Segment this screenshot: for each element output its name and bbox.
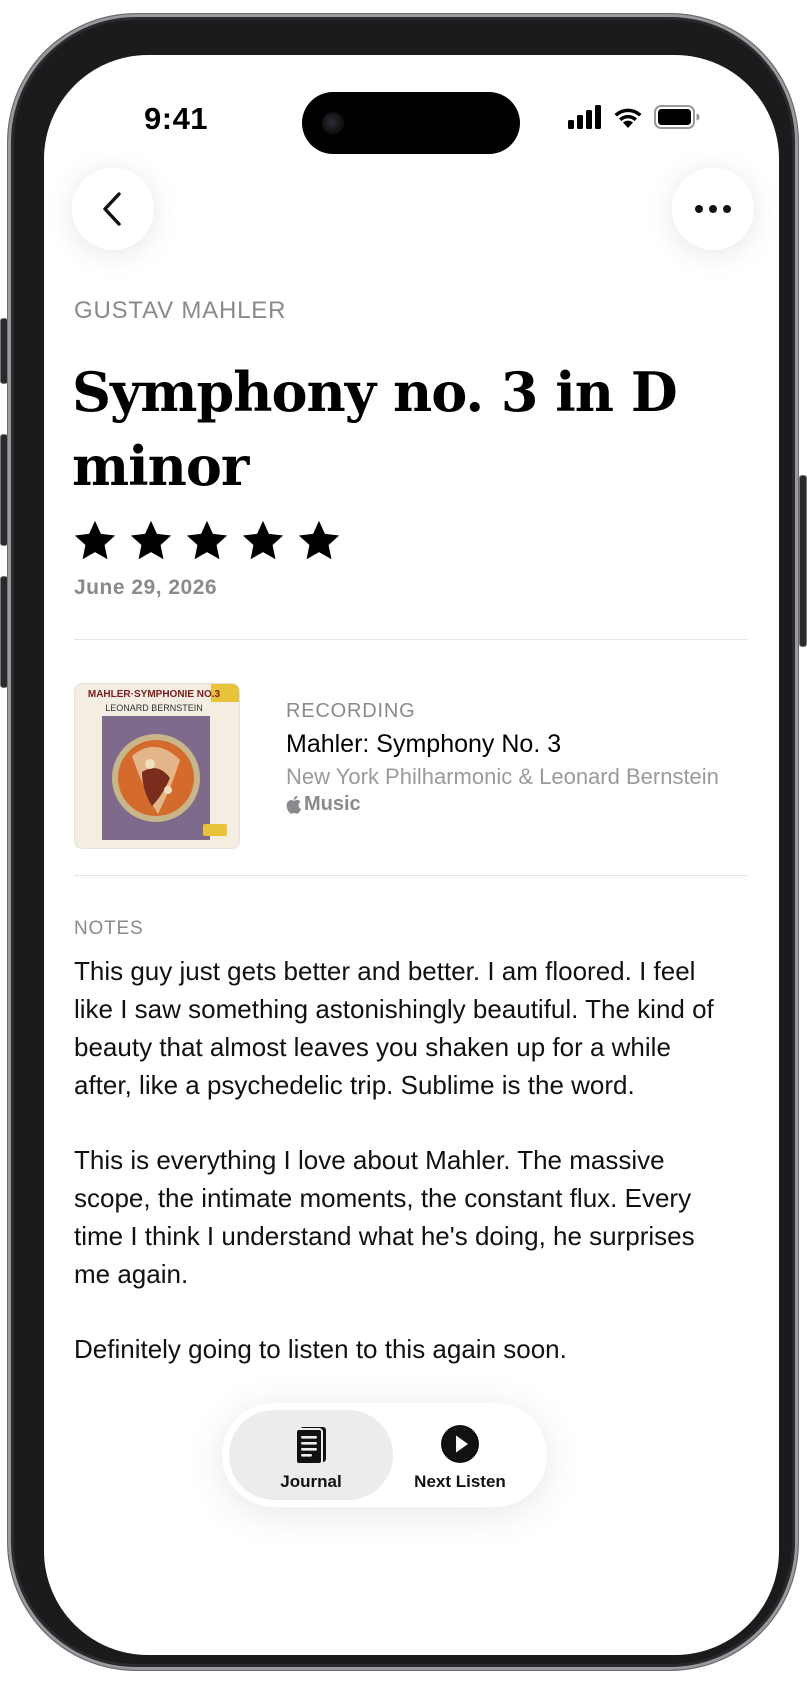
recording-title[interactable]: Mahler: Symphony No. 3 bbox=[286, 730, 561, 759]
notes-paragraph: Definitely going to listen to this again… bbox=[74, 1334, 567, 1364]
power-button bbox=[799, 475, 807, 647]
tab-journal[interactable]: Journal bbox=[229, 1410, 393, 1500]
phone-frame: 9:41 GUSTAV MAHLER Symphony no. 3 in D m… bbox=[8, 14, 798, 1670]
star-icon bbox=[130, 520, 172, 560]
ellipsis-icon bbox=[695, 205, 731, 213]
tab-bar: Journal Next Listen bbox=[222, 1403, 547, 1507]
status-icons bbox=[568, 102, 700, 132]
tab-journal-label: Journal bbox=[280, 1472, 342, 1491]
tab-next-listen-label: Next Listen bbox=[414, 1472, 506, 1491]
album-cover[interactable]: MAHLER·SYMPHONIE NO.3 LEONARD BERNSTEIN bbox=[74, 683, 240, 849]
volume-up-button bbox=[0, 434, 8, 546]
journal-icon bbox=[295, 1427, 326, 1465]
screen: 9:41 GUSTAV MAHLER Symphony no. 3 in D m… bbox=[44, 55, 779, 1655]
star-icon bbox=[242, 520, 284, 560]
divider bbox=[74, 639, 747, 640]
wifi-icon bbox=[614, 108, 642, 128]
label-logo bbox=[203, 824, 227, 836]
action-button bbox=[0, 318, 8, 384]
album-artwork bbox=[102, 716, 210, 840]
apple-music-link[interactable]: Music bbox=[286, 793, 361, 816]
album-cover-line2: LEONARD BERNSTEIN bbox=[105, 703, 203, 713]
album-cover-line1: MAHLER·SYMPHONIE NO.3 bbox=[87, 689, 221, 700]
service-name: Music bbox=[304, 793, 361, 815]
more-options-button[interactable] bbox=[672, 168, 754, 250]
chevron-left-icon bbox=[103, 192, 121, 226]
dynamic-island bbox=[302, 92, 520, 154]
status-time: 9:41 bbox=[144, 101, 209, 136]
notes-paragraph: This guy just gets better and better. I … bbox=[74, 956, 714, 1100]
work-title: Symphony no. 3 in D minor bbox=[72, 360, 678, 498]
play-circle-icon bbox=[441, 1425, 479, 1463]
volume-down-button bbox=[0, 576, 8, 688]
apple-logo-icon bbox=[286, 795, 301, 814]
recording-artist: New York Philharmonic & Leonard Bernstei… bbox=[286, 764, 719, 789]
camera-icon bbox=[322, 112, 344, 134]
star-icon bbox=[74, 520, 116, 560]
divider bbox=[74, 875, 747, 876]
listen-date: June 29, 2026 bbox=[74, 576, 218, 599]
tab-next-listen[interactable]: Next Listen bbox=[378, 1410, 542, 1500]
star-icon bbox=[186, 520, 228, 560]
composer-name: GUSTAV MAHLER bbox=[74, 297, 287, 324]
recording-section-label: RECORDING bbox=[286, 700, 416, 722]
notes-text[interactable]: This guy just gets better and better. I … bbox=[74, 952, 714, 1405]
battery-icon bbox=[654, 105, 700, 129]
back-button[interactable] bbox=[72, 168, 154, 250]
notes-section-label: NOTES bbox=[74, 918, 144, 939]
star-rating[interactable] bbox=[72, 518, 342, 564]
cellular-signal-icon bbox=[568, 105, 601, 129]
notes-paragraph: This is everything I love about Mahler. … bbox=[74, 1145, 695, 1289]
star-icon bbox=[298, 520, 340, 560]
